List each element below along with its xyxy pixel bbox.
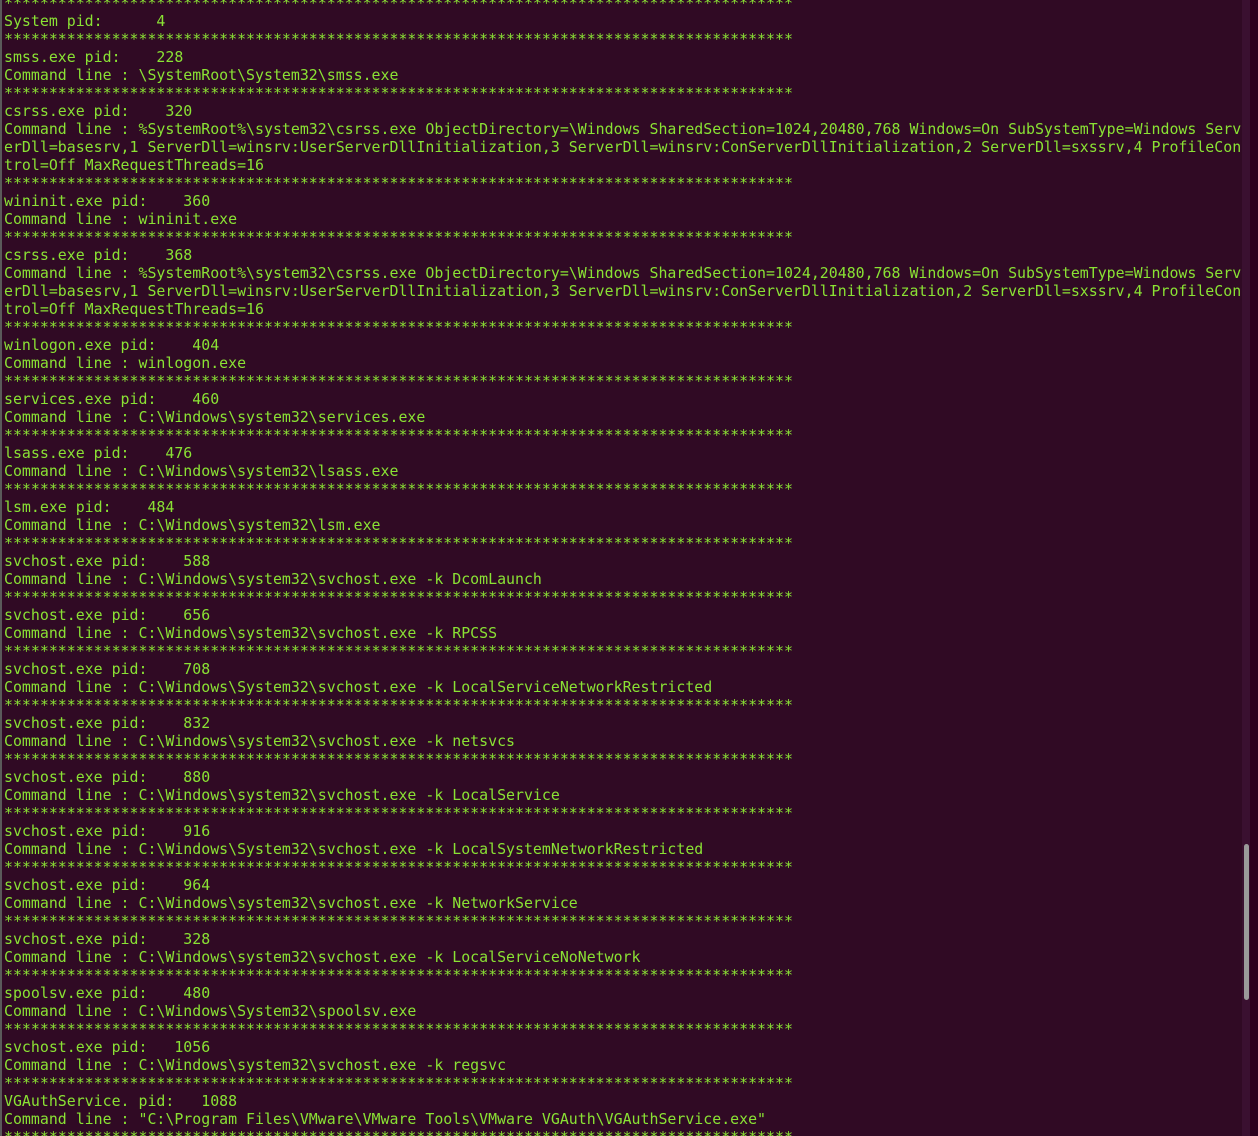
separator-line: ****************************************…	[4, 966, 793, 984]
separator-line: ****************************************…	[4, 696, 793, 714]
separator-line: ****************************************…	[4, 426, 793, 444]
output-line: System pid: 4	[4, 12, 166, 30]
scrollbar-track[interactable]	[1242, 0, 1250, 1136]
output-line: trol=Off MaxRequestThreads=16	[4, 300, 264, 318]
output-line: Command line : winlogon.exe	[4, 354, 247, 372]
output-line: VGAuthService. pid: 1088	[4, 1092, 238, 1110]
output-line: Command line : %SystemRoot%\system32\csr…	[4, 120, 1242, 138]
output-line: svchost.exe pid: 880	[4, 768, 211, 786]
output-line: Command line : C:\Windows\system32\svcho…	[4, 1056, 507, 1074]
output-line: csrss.exe pid: 320	[4, 102, 193, 120]
separator-line: ****************************************…	[4, 84, 793, 102]
output-line: Command line : wininit.exe	[4, 210, 238, 228]
output-line: svchost.exe pid: 588	[4, 552, 211, 570]
output-line: svchost.exe pid: 656	[4, 606, 211, 624]
output-line: services.exe pid: 460	[4, 390, 220, 408]
separator-line: ****************************************…	[4, 0, 793, 12]
separator-line: ****************************************…	[4, 372, 793, 390]
output-line: svchost.exe pid: 832	[4, 714, 211, 732]
output-line: svchost.exe pid: 964	[4, 876, 211, 894]
separator-line: ****************************************…	[4, 858, 793, 876]
scrollbar-thumb[interactable]	[1244, 844, 1249, 1000]
output-line: spoolsv.exe pid: 480	[4, 984, 211, 1002]
output-line: Command line : C:\Windows\System32\spool…	[4, 1002, 417, 1020]
output-line: Command line : C:\Windows\system32\svcho…	[4, 570, 542, 588]
output-line: svchost.exe pid: 708	[4, 660, 211, 678]
separator-line: ****************************************…	[4, 588, 793, 606]
separator-line: ****************************************…	[4, 750, 793, 768]
output-line: csrss.exe pid: 368	[4, 246, 193, 264]
output-line: Command line : C:\Windows\system32\svcho…	[4, 894, 578, 912]
output-line: Command line : "C:\Program Files\VMware\…	[4, 1110, 767, 1128]
separator-line: ****************************************…	[4, 1128, 1250, 1136]
separator-line: ****************************************…	[4, 912, 793, 930]
output-line: Command line : C:\Windows\system32\lsm.e…	[4, 516, 381, 534]
output-line: erDll=basesrv,1 ServerDll=winsrv:UserSer…	[4, 282, 1242, 300]
output-line: Command line : C:\Windows\system32\lsass…	[4, 462, 399, 480]
separator-line: ****************************************…	[4, 804, 793, 822]
separator-line: ****************************************…	[4, 174, 793, 192]
output-line: Command line : C:\Windows\system32\svcho…	[4, 732, 516, 750]
separator-line: ****************************************…	[4, 534, 793, 552]
output-line: lsass.exe pid: 476	[4, 444, 193, 462]
separator-line: ****************************************…	[4, 1074, 793, 1092]
output-line: Command line : C:\Windows\system32\svcho…	[4, 948, 641, 966]
separator-line: ****************************************…	[4, 228, 793, 246]
separator-line: ****************************************…	[4, 480, 793, 498]
output-line: Command line : C:\Windows\System32\svcho…	[4, 678, 713, 696]
terminal-window[interactable]: ****************************************…	[0, 0, 1250, 1136]
separator-line: ****************************************…	[4, 1020, 793, 1038]
output-line: trol=Off MaxRequestThreads=16	[4, 156, 264, 174]
output-line: smss.exe pid: 228	[4, 48, 184, 66]
output-line: Command line : C:\Windows\system32\servi…	[4, 408, 426, 426]
output-line: Command line : C:\Windows\system32\svcho…	[4, 624, 498, 642]
output-line: lsm.exe pid: 484	[4, 498, 175, 516]
output-line: wininit.exe pid: 360	[4, 192, 211, 210]
output-line: Command line : C:\Windows\System32\svcho…	[4, 840, 704, 858]
output-line: Command line : \SystemRoot\System32\smss…	[4, 66, 399, 84]
output-line: svchost.exe pid: 1056	[4, 1038, 211, 1056]
output-line: winlogon.exe pid: 404	[4, 336, 220, 354]
terminal-output: ****************************************…	[4, 0, 1250, 1136]
output-line: Command line : %SystemRoot%\system32\csr…	[4, 264, 1242, 282]
output-line: Command line : C:\Windows\system32\svcho…	[4, 786, 560, 804]
separator-line: ****************************************…	[4, 318, 793, 336]
output-line: svchost.exe pid: 916	[4, 822, 211, 840]
separator-line: ****************************************…	[4, 30, 793, 48]
separator-line: ****************************************…	[4, 642, 793, 660]
output-line: erDll=basesrv,1 ServerDll=winsrv:UserSer…	[4, 138, 1242, 156]
output-line: svchost.exe pid: 328	[4, 930, 211, 948]
